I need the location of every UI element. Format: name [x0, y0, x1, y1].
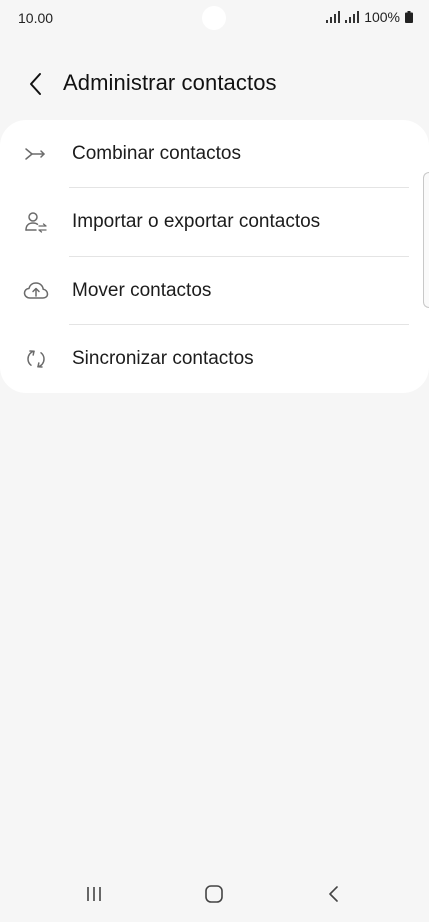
menu-item-import-export-contacts[interactable]: Importar o exportar contactos [0, 188, 429, 256]
menu-item-sync-contacts[interactable]: Sincronizar contactos [0, 325, 429, 393]
home-button[interactable] [194, 878, 234, 910]
battery-icon [405, 11, 413, 23]
import-export-contacts-icon [23, 210, 49, 234]
back-button[interactable] [18, 66, 54, 102]
recent-apps-icon [87, 887, 101, 901]
camera-cutout [202, 6, 226, 30]
menu-item-move-contacts[interactable]: Mover contactos [0, 257, 429, 325]
app-header: Administrar contactos [0, 60, 429, 110]
cloud-upload-icon [23, 279, 49, 303]
chevron-left-icon [30, 73, 41, 95]
menu-item-label: Mover contactos [72, 280, 212, 301]
status-bar: 10.00 100% [0, 0, 429, 36]
sync-icon [23, 347, 49, 371]
back-arrow-icon [329, 886, 338, 902]
signal-icon [345, 11, 360, 23]
status-time: 10.00 [18, 10, 54, 26]
status-indicators: 100% [326, 9, 413, 25]
navigation-bar [0, 866, 429, 922]
page-title: Administrar contactos [63, 70, 277, 95]
menu-item-label: Importar o exportar contactos [72, 211, 321, 232]
home-icon [205, 885, 223, 903]
nav-back-button[interactable] [314, 878, 354, 910]
merge-icon [23, 142, 49, 166]
manage-contacts-card: Combinar contactos Importar o exportar c… [0, 120, 429, 393]
signal-icon [326, 11, 341, 23]
menu-item-label: Combinar contactos [72, 143, 241, 164]
battery-percentage: 100% [364, 9, 400, 25]
menu-item-label: Sincronizar contactos [72, 348, 254, 369]
scrollbar-handle[interactable] [423, 172, 429, 308]
menu-item-merge-contacts[interactable]: Combinar contactos [0, 120, 429, 188]
recent-apps-button[interactable] [74, 878, 114, 910]
